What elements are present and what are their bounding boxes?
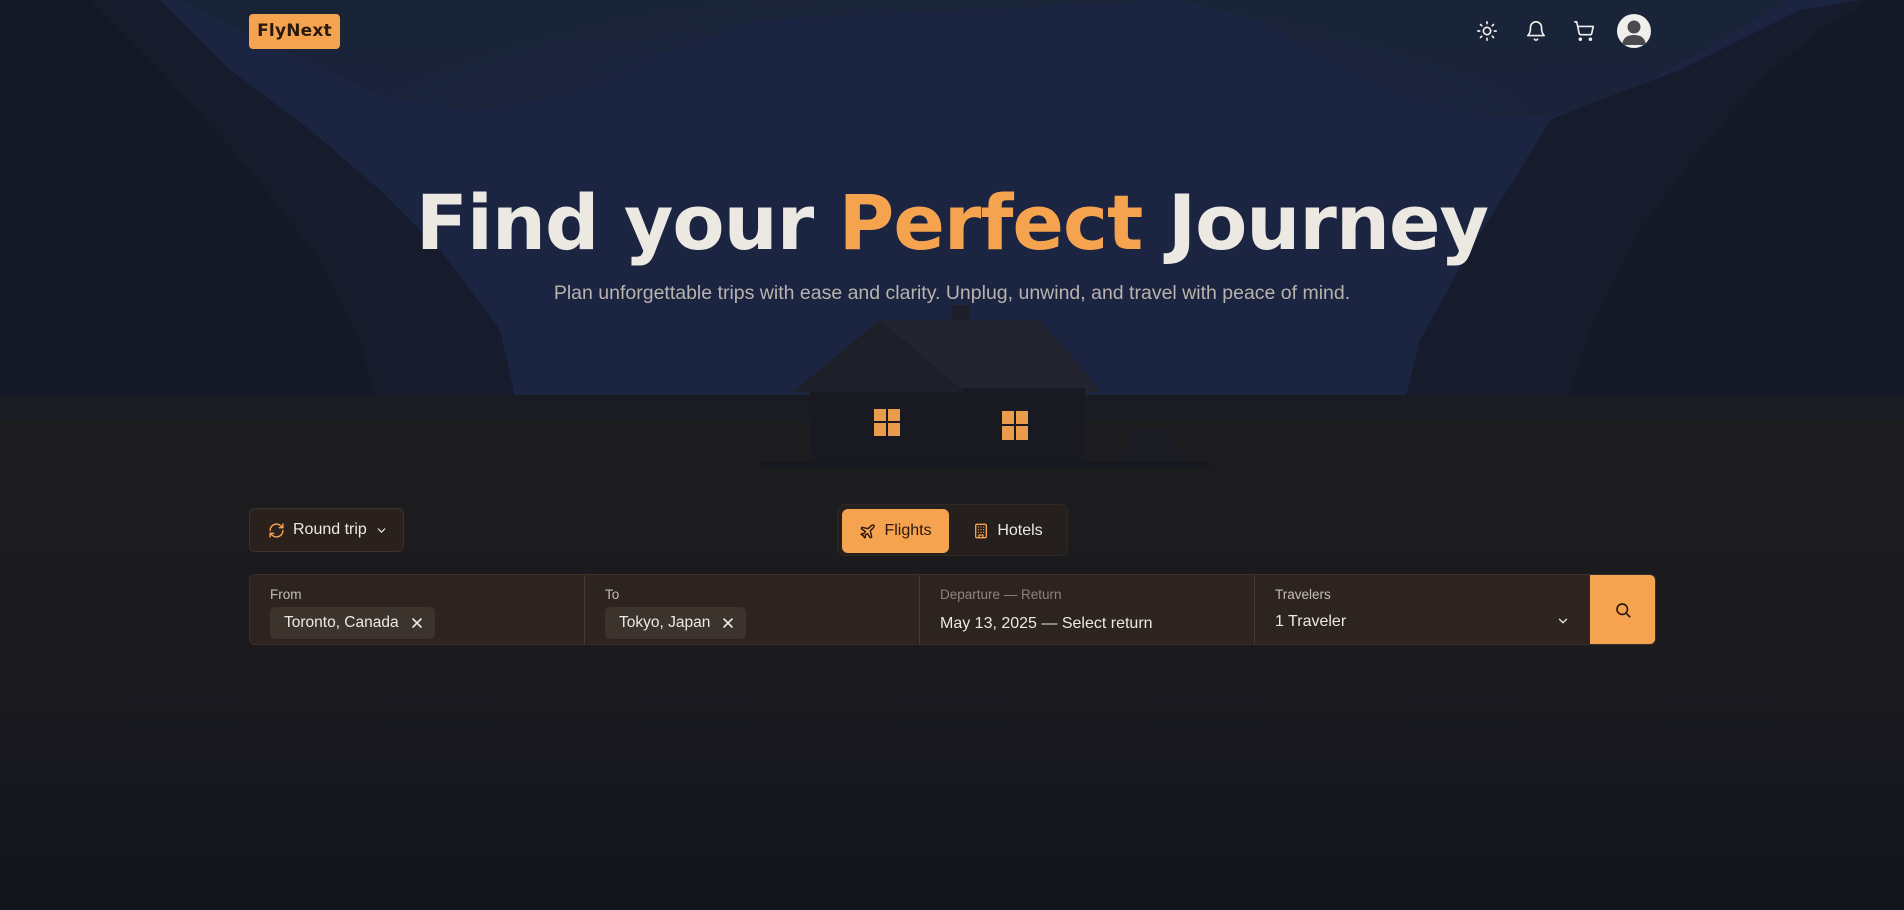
travelers-field[interactable]: Travelers 1 Traveler — [1255, 575, 1590, 644]
trip-type-select[interactable]: Round trip — [249, 508, 404, 552]
close-icon[interactable] — [722, 617, 734, 629]
date-label: Departure — Return — [940, 587, 1062, 602]
tab-hotels[interactable]: Hotels — [953, 509, 1063, 553]
user-icon — [1622, 20, 1646, 45]
travelers-label: Travelers — [1275, 587, 1331, 602]
tab-flights-label: Flights — [884, 522, 932, 539]
trip-type-label: Round trip — [293, 521, 367, 538]
hero-subtitle: Plan unforgettable trips with ease and c… — [553, 282, 1351, 304]
date-field[interactable]: Departure — Return May 13, 2025 — Select… — [920, 575, 1255, 644]
search-bar: From Toronto, Canada To Tokyo, Japan Dep… — [249, 574, 1656, 645]
hero-title-part1: Find your — [415, 178, 839, 267]
page: FlyNext Find your Perfect Journey Plan u… — [0, 0, 1904, 910]
chevron-down-icon[interactable] — [1556, 613, 1570, 632]
tab-flights[interactable]: Flights — [842, 509, 949, 553]
to-chip: Tokyo, Japan — [605, 607, 747, 639]
from-chip: Toronto, Canada — [270, 607, 435, 639]
from-value: Toronto, Canada — [284, 614, 399, 631]
to-label: To — [605, 587, 620, 602]
background-scenery — [0, 0, 1904, 910]
brand-logo[interactable]: FlyNext — [249, 14, 340, 49]
refresh-icon — [269, 522, 284, 538]
from-field[interactable]: From Toronto, Canada — [250, 575, 585, 644]
mode-toggle: Flights Hotels — [837, 504, 1068, 556]
travelers-value: 1 Traveler — [1275, 613, 1347, 630]
hero-title-accent: Perfect — [838, 178, 1144, 267]
chevron-down-icon — [377, 527, 386, 533]
from-label: From — [270, 587, 302, 602]
close-icon[interactable] — [411, 617, 423, 629]
sun-icon[interactable] — [1472, 16, 1502, 46]
hero-title: Find your Perfect Journey — [0, 178, 1904, 267]
hero-title-part2: Journey — [1142, 178, 1489, 267]
plane-icon — [860, 523, 876, 539]
to-field[interactable]: To Tokyo, Japan — [585, 575, 920, 644]
user-avatar[interactable] — [1617, 14, 1651, 48]
to-value: Tokyo, Japan — [619, 614, 711, 631]
bell-icon[interactable] — [1521, 16, 1551, 46]
building-icon — [975, 523, 988, 539]
cart-icon[interactable] — [1569, 16, 1599, 46]
tab-hotels-label: Hotels — [997, 522, 1043, 539]
search-icon — [1615, 602, 1631, 618]
search-button[interactable] — [1590, 575, 1655, 644]
date-value: May 13, 2025 — Select return — [940, 615, 1153, 632]
